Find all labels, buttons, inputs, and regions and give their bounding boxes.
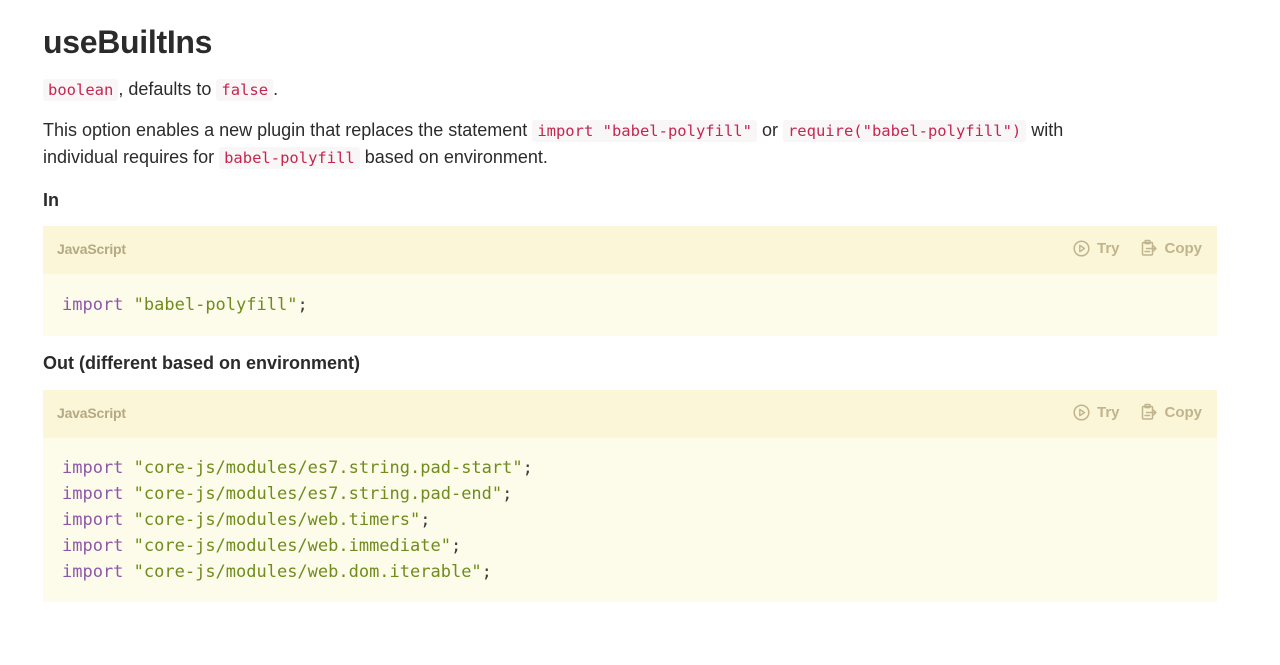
play-circle-icon [1073,403,1090,421]
code-string: "core-js/modules/es7.string.pad-start" [133,458,523,478]
language-label: JavaScript [57,405,126,421]
code-actions: Try Copy [1073,403,1202,421]
copy-button[interactable]: Copy [1140,239,1203,257]
code-block-in: JavaScript Try Copy import "babel-polyfi… [43,226,1217,336]
description-text: individual requires for [43,147,220,167]
description-text: This option enables a new plugin that re… [43,120,533,140]
page-title: useBuiltIns [43,24,213,60]
code-line: import "core-js/modules/web.dom.iterable… [62,559,1198,585]
code-keyword: import [62,562,124,582]
code-string: "core-js/modules/web.dom.iterable" [133,562,482,582]
code-keyword: import [62,458,124,478]
type-code: boolean [43,79,119,101]
play-circle-icon [1073,239,1090,257]
code-line: import "core-js/modules/web.timers"; [62,507,1198,533]
code-punct: ; [481,562,492,582]
description-text: with [1026,120,1064,140]
code-line: import "core-js/modules/web.immediate"; [62,533,1198,559]
code-block-out: JavaScript Try Copy import "core-js/modu… [43,390,1217,602]
code-string: "babel-polyfill" [133,295,298,315]
in-heading: In [43,190,59,210]
code-punct: ; [502,484,513,504]
code-block-toolbar: JavaScript Try Copy [43,390,1217,438]
copy-label: Copy [1164,403,1203,421]
try-button[interactable]: Try [1073,404,1120,421]
type-middle-text: , defaults to [118,79,217,99]
type-end-text: . [273,79,279,99]
copy-label: Copy [1164,239,1203,257]
code-line: import "babel-polyfill"; [62,292,1198,318]
try-label: Try [1096,239,1120,257]
code-punct: ; [420,510,431,530]
code-punct: ; [450,536,462,556]
code-string: "core-js/modules/web.immediate" [133,536,451,556]
code-block-toolbar: JavaScript Try Copy [43,226,1217,274]
code-actions: Try Copy [1073,239,1202,257]
code-punct: ; [522,458,533,478]
require-code: require("babel-polyfill") [782,120,1027,142]
description-text: or [756,120,783,140]
code-content: import "babel-polyfill"; [43,274,1217,318]
code-line: import "core-js/modules/es7.string.pad-s… [62,455,1198,481]
code-line: import "core-js/modules/es7.string.pad-e… [62,481,1198,507]
copy-button[interactable]: Copy [1140,403,1203,421]
description-line-1: This option enables a new plugin that re… [43,117,1063,145]
default-code: false [216,79,274,101]
code-keyword: import [62,536,124,556]
clipboard-icon [1140,403,1158,421]
try-label: Try [1096,403,1120,421]
code-content: import "core-js/modules/es7.string.pad-s… [43,438,1217,585]
code-punct: ; [297,295,308,315]
out-heading: Out (different based on environment) [43,353,361,373]
code-keyword: import [62,510,124,530]
description-line-2: individual requires for babel-polyfill b… [43,144,548,172]
description-text: based on environment. [359,147,548,167]
code-keyword: import [62,295,124,315]
code-keyword: import [62,484,124,504]
language-label: JavaScript [57,241,126,257]
code-string: "core-js/modules/es7.string.pad-end" [133,484,503,504]
babel-polyfill-code: babel-polyfill [219,147,360,169]
type-line: boolean, defaults to false. [43,76,278,104]
try-button[interactable]: Try [1073,240,1120,257]
code-string: "core-js/modules/web.timers" [133,510,421,530]
import-code: import "babel-polyfill" [532,120,757,142]
clipboard-icon [1140,239,1158,257]
